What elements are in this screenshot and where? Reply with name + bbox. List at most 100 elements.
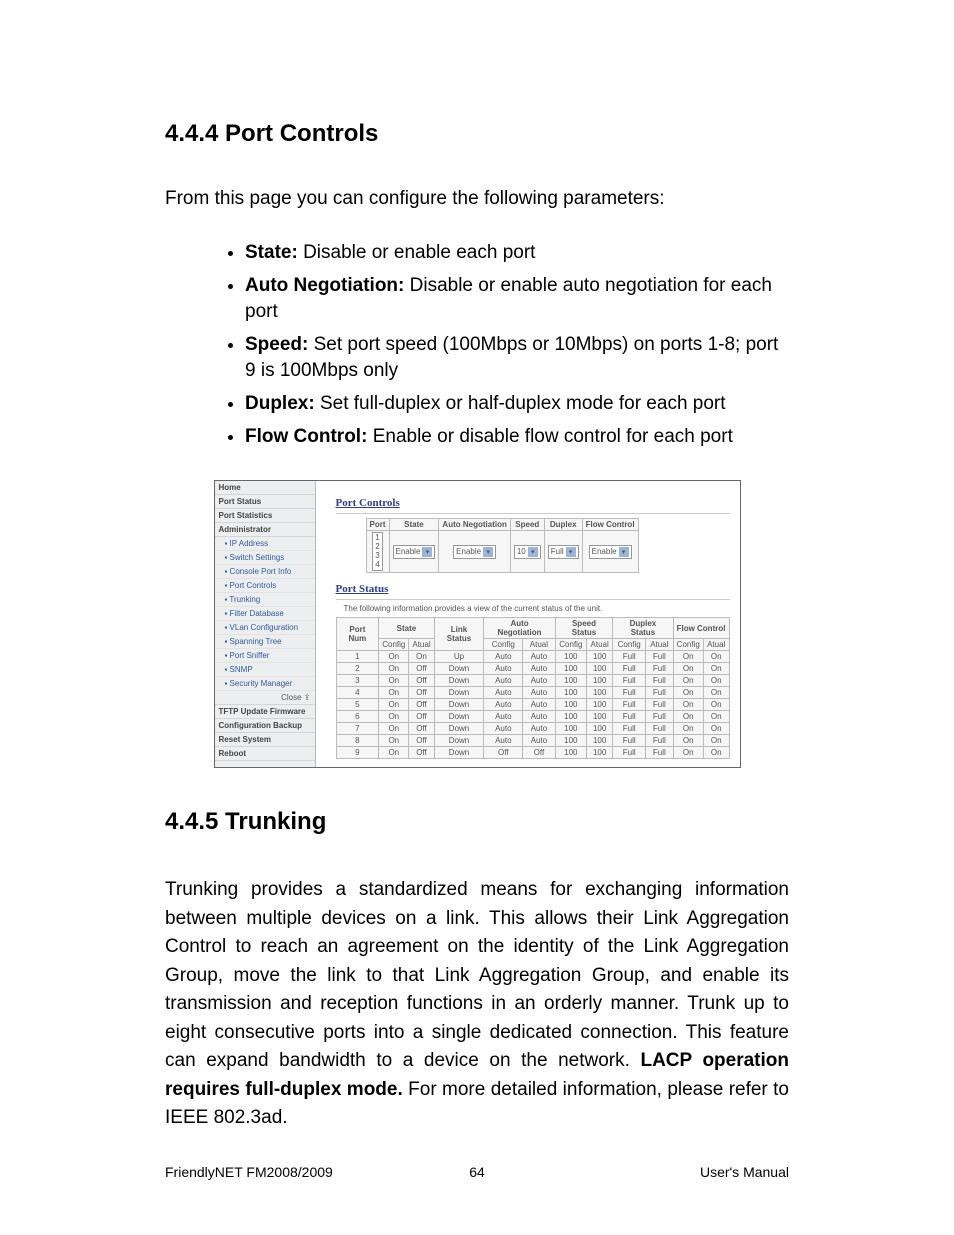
ctl-header: Flow Control <box>582 519 638 531</box>
nav-sub-item[interactable]: ▪ Port Controls <box>215 579 315 593</box>
ctl-header: Port <box>366 519 389 531</box>
table-cell: Full <box>646 687 673 699</box>
table-row: 5OnOffDownAutoAuto100100FullFullOnOn <box>336 699 729 711</box>
nav-sub-item[interactable]: ▪ IP Address <box>215 537 315 551</box>
nav-sub-item[interactable]: ▪ Spanning Tree <box>215 635 315 649</box>
table-cell: Off <box>409 699 434 711</box>
nav-item[interactable]: Port Statistics <box>215 509 315 523</box>
table-cell: Full <box>613 675 646 687</box>
table-row: 2OnOffDownAutoAuto100100FullFullOnOn <box>336 663 729 675</box>
port-select[interactable]: 1 2 3 4 <box>372 532 382 571</box>
footer-left: FriendlyNET FM2008/2009 <box>165 1164 373 1180</box>
table-cell: 100 <box>587 663 613 675</box>
table-cell: On <box>409 651 434 663</box>
table-cell: Full <box>613 711 646 723</box>
table-cell: On <box>703 711 729 723</box>
table-cell: 100 <box>555 675 586 687</box>
table-cell: Full <box>613 687 646 699</box>
speed-select[interactable]: 10▾ <box>514 545 541 559</box>
table-cell: 100 <box>555 687 586 699</box>
nav-sub-item[interactable]: ▪ Filter Database <box>215 607 315 621</box>
table-cell: 6 <box>336 711 379 723</box>
param-item: Duplex: Set full-duplex or half-duplex m… <box>245 391 789 418</box>
nav-item[interactable]: Reset System <box>215 733 315 747</box>
table-cell: 100 <box>555 699 586 711</box>
table-cell: 100 <box>555 747 586 759</box>
chevron-down-icon: ▾ <box>422 547 432 557</box>
table-cell: 100 <box>587 735 613 747</box>
table-cell: On <box>703 651 729 663</box>
chevron-down-icon: ▾ <box>483 547 493 557</box>
status-header: Flow Control <box>673 618 729 639</box>
table-cell: Full <box>613 663 646 675</box>
port-status-table: Port NumStateLink StatusAuto Negotiation… <box>336 617 730 759</box>
table-cell: Off <box>409 675 434 687</box>
table-cell: 3 <box>336 675 379 687</box>
table-cell: 8 <box>336 735 379 747</box>
table-cell: Auto <box>523 711 555 723</box>
table-cell: Auto <box>523 723 555 735</box>
table-cell: On <box>703 723 729 735</box>
duplex-select[interactable]: Full▾ <box>548 545 579 559</box>
nav-item[interactable]: Home <box>215 481 315 495</box>
table-cell: Down <box>434 675 484 687</box>
table-cell: On <box>379 675 409 687</box>
table-cell: On <box>673 747 703 759</box>
table-row: 3OnOffDownAutoAuto100100FullFullOnOn <box>336 675 729 687</box>
footer-right: User's Manual <box>581 1164 789 1180</box>
status-header: Port Num <box>336 618 379 651</box>
status-subheader: Atual <box>646 639 673 651</box>
status-subheader: Config <box>555 639 586 651</box>
table-cell: Down <box>434 687 484 699</box>
status-subheader: Config <box>673 639 703 651</box>
flow-select[interactable]: Enable▾ <box>589 545 632 559</box>
status-subheader: Atual <box>587 639 613 651</box>
table-cell: 100 <box>587 723 613 735</box>
table-cell: Off <box>409 735 434 747</box>
heading-port-controls: 4.4.4 Port Controls <box>165 120 789 148</box>
table-cell: On <box>673 687 703 699</box>
table-cell: On <box>379 687 409 699</box>
ctl-header: Duplex <box>544 519 582 531</box>
table-cell: 100 <box>587 651 613 663</box>
table-cell: 100 <box>587 711 613 723</box>
nav-item[interactable]: Reboot <box>215 747 315 761</box>
nav-sub-item[interactable]: ▪ VLan Configuration <box>215 621 315 635</box>
table-cell: Full <box>646 651 673 663</box>
nav-item[interactable]: TFTP Update Firmware <box>215 705 315 719</box>
table-cell: 9 <box>336 747 379 759</box>
table-cell: Off <box>409 723 434 735</box>
table-cell: Auto <box>484 699 523 711</box>
table-cell: Full <box>613 723 646 735</box>
table-cell: On <box>673 711 703 723</box>
nav-sub-item[interactable]: ▪ SNMP <box>215 663 315 677</box>
nav-item[interactable]: Port Status <box>215 495 315 509</box>
nav-item[interactable]: Administrator <box>215 523 315 537</box>
table-cell: On <box>673 663 703 675</box>
status-subheader: Atual <box>703 639 729 651</box>
nav-sub-item[interactable]: ▪ Security Manager <box>215 677 315 691</box>
table-cell: On <box>703 687 729 699</box>
trunking-body: Trunking provides a standardized means f… <box>165 876 789 1133</box>
nav-close[interactable]: Close ⇪ <box>215 691 315 705</box>
nav-sub-item[interactable]: ▪ Trunking <box>215 593 315 607</box>
table-cell: On <box>379 663 409 675</box>
nav-sub-item[interactable]: ▪ Console Port Info <box>215 565 315 579</box>
port-controls-table: PortStateAuto NegotiationSpeedDuplexFlow… <box>366 518 639 573</box>
state-select[interactable]: Enable▾ <box>393 545 436 559</box>
autoneg-select[interactable]: Enable▾ <box>453 545 496 559</box>
nav-item[interactable]: Configuration Backup <box>215 719 315 733</box>
table-cell: Auto <box>484 687 523 699</box>
embedded-screenshot: HomePort StatusPort StatisticsAdministra… <box>214 480 741 768</box>
table-cell: Full <box>613 651 646 663</box>
table-cell: Up <box>434 651 484 663</box>
table-cell: On <box>673 675 703 687</box>
table-cell: 7 <box>336 723 379 735</box>
nav-sub-item[interactable]: ▪ Port Sniffer <box>215 649 315 663</box>
nav-sub-item[interactable]: ▪ Switch Settings <box>215 551 315 565</box>
table-cell: 2 <box>336 663 379 675</box>
ctl-header: Speed <box>510 519 544 531</box>
table-cell: Auto <box>523 663 555 675</box>
port-status-title: Port Status <box>336 583 730 595</box>
table-cell: 100 <box>555 723 586 735</box>
